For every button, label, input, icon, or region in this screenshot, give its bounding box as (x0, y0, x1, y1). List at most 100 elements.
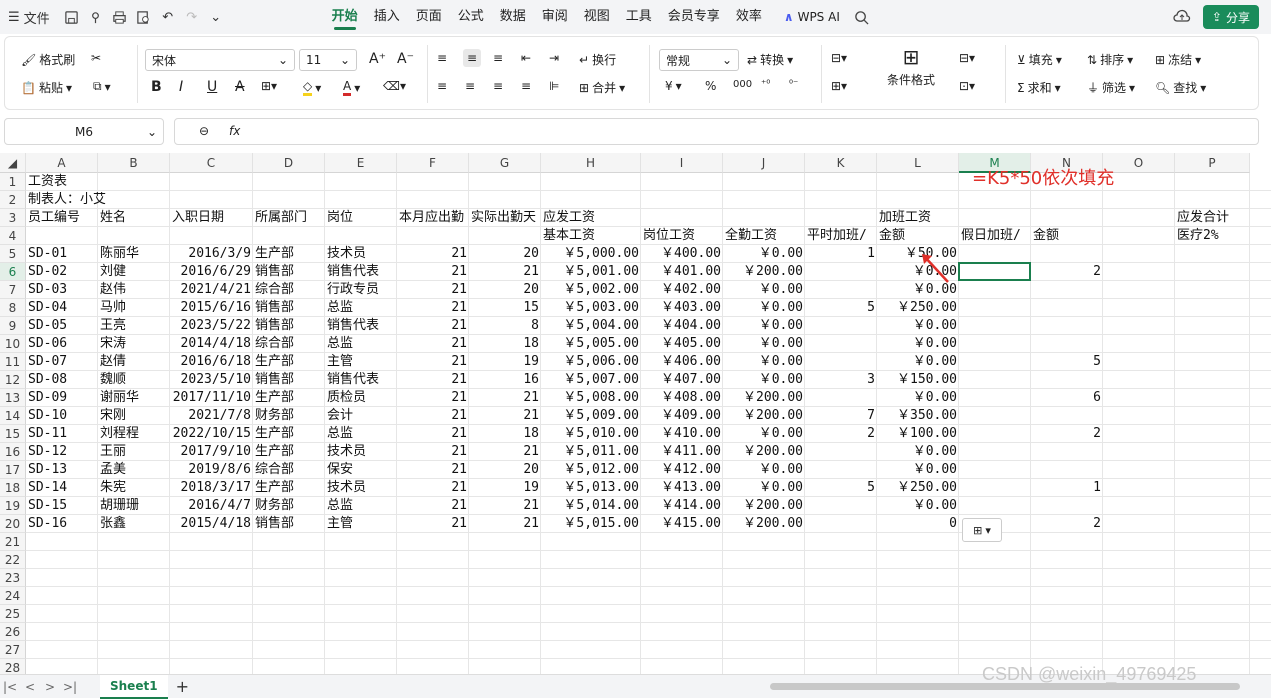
cell-f19[interactable]: 21 (397, 497, 469, 515)
cell-h8[interactable]: ￥5,003.00 (541, 299, 641, 317)
filter-button[interactable]: ⏚ 筛选 ▾ (1087, 79, 1135, 96)
row-header-6[interactable]: 6 (0, 263, 26, 281)
cell-i14[interactable]: ￥409.00 (641, 407, 723, 425)
cell-l9[interactable]: ￥0.00 (877, 317, 959, 335)
cell-k4[interactable]: 平时加班/ (805, 227, 877, 245)
cell-c8[interactable]: 2015/6/16 (170, 299, 253, 317)
paste-button[interactable]: 📋 粘贴 ▾ (21, 79, 72, 96)
column-header-d[interactable]: D (253, 153, 325, 173)
print-icon[interactable] (108, 4, 132, 30)
row-header-26[interactable]: 26 (0, 623, 26, 641)
cell-i5[interactable]: ￥400.00 (641, 245, 723, 263)
row-header-10[interactable]: 10 (0, 335, 26, 353)
distributed-icon[interactable]: ⊫ (549, 79, 559, 93)
cell-n20[interactable]: 2 (1031, 515, 1103, 533)
decrease-decimal-icon[interactable]: ⁰⁻ (789, 79, 798, 90)
cell-f16[interactable]: 21 (397, 443, 469, 461)
strikethrough-icon[interactable]: A (235, 79, 245, 95)
cell-e6[interactable]: 销售代表 (325, 263, 397, 281)
cell-j16[interactable]: ￥200.00 (723, 443, 805, 461)
cell-l19[interactable]: ￥0.00 (877, 497, 959, 515)
cell-j18[interactable]: ￥0.00 (723, 479, 805, 497)
row-header-27[interactable]: 27 (0, 641, 26, 659)
cell-h19[interactable]: ￥5,014.00 (541, 497, 641, 515)
cell-f9[interactable]: 21 (397, 317, 469, 335)
cell-c11[interactable]: 2016/6/18 (170, 353, 253, 371)
cell-g18[interactable]: 19 (469, 479, 541, 497)
row-header-17[interactable]: 17 (0, 461, 26, 479)
cell-i7[interactable]: ￥402.00 (641, 281, 723, 299)
cell-l18[interactable]: ￥250.00 (877, 479, 959, 497)
cell-h17[interactable]: ￥5,012.00 (541, 461, 641, 479)
cell-g13[interactable]: 21 (469, 389, 541, 407)
cell-g12[interactable]: 16 (469, 371, 541, 389)
font-color-icon[interactable]: A ▾ (343, 79, 360, 96)
cell-f11[interactable]: 21 (397, 353, 469, 371)
italic-icon[interactable]: I (179, 79, 183, 95)
cell-d11[interactable]: 生产部 (253, 353, 325, 371)
cell-l8[interactable]: ￥250.00 (877, 299, 959, 317)
cell-i4[interactable]: 岗位工资 (641, 227, 723, 245)
cell-h15[interactable]: ￥5,010.00 (541, 425, 641, 443)
cell-b16[interactable]: 王丽 (98, 443, 170, 461)
cell-b10[interactable]: 宋涛 (98, 335, 170, 353)
cell-a15[interactable]: SD-11 (26, 425, 98, 443)
cell-a1[interactable]: 工资表 (26, 173, 98, 191)
cell-e20[interactable]: 主管 (325, 515, 397, 533)
cell-n4[interactable]: 金额 (1031, 227, 1103, 245)
align-bottom-icon[interactable]: ≡ (493, 51, 503, 65)
cell-j17[interactable]: ￥0.00 (723, 461, 805, 479)
cell-c6[interactable]: 2016/6/29 (170, 263, 253, 281)
copy-button[interactable]: ⧉ ▾ (93, 79, 111, 94)
decrease-font-icon[interactable]: A⁻ (397, 51, 414, 67)
cell-a16[interactable]: SD-12 (26, 443, 98, 461)
cell-j10[interactable]: ￥0.00 (723, 335, 805, 353)
justify-icon[interactable]: ≡ (521, 79, 531, 93)
cell-c19[interactable]: 2016/4/7 (170, 497, 253, 515)
cell-d15[interactable]: 生产部 (253, 425, 325, 443)
search-icon[interactable] (850, 4, 874, 30)
cell-c5[interactable]: 2016/3/9 (170, 245, 253, 263)
cell-a3[interactable]: 员工编号 (26, 209, 98, 227)
cell-j6[interactable]: ￥200.00 (723, 263, 805, 281)
cell-l15[interactable]: ￥100.00 (877, 425, 959, 443)
undo-icon[interactable]: ↶ (156, 4, 180, 30)
align-center-icon[interactable]: ≡ (465, 79, 475, 93)
cell-c15[interactable]: 2022/10/15 (170, 425, 253, 443)
auto-fill-options-button[interactable]: ⊞ ▾ (962, 518, 1002, 542)
cell-g3[interactable]: 实际出勤天 (469, 209, 541, 227)
cell-f17[interactable]: 21 (397, 461, 469, 479)
cell-a19[interactable]: SD-15 (26, 497, 98, 515)
percent-button[interactable]: % (705, 79, 716, 93)
cell-a20[interactable]: SD-16 (26, 515, 98, 533)
cell-b17[interactable]: 孟美 (98, 461, 170, 479)
save-icon[interactable] (60, 4, 84, 30)
column-header-j[interactable]: J (723, 153, 805, 173)
fill-color-icon[interactable]: ◇ ▾ (303, 79, 321, 96)
column-header-l[interactable]: L (877, 153, 959, 173)
cell-i11[interactable]: ￥406.00 (641, 353, 723, 371)
row-col-icon[interactable]: ⊟▾ (959, 51, 975, 65)
cell-l13[interactable]: ￥0.00 (877, 389, 959, 407)
cell-j14[interactable]: ￥200.00 (723, 407, 805, 425)
cell-g20[interactable]: 21 (469, 515, 541, 533)
column-header-c[interactable]: C (170, 153, 253, 173)
cell-c18[interactable]: 2018/3/17 (170, 479, 253, 497)
cell-h12[interactable]: ￥5,007.00 (541, 371, 641, 389)
cell-f8[interactable]: 21 (397, 299, 469, 317)
fill-button[interactable]: ⊻ 填充 ▾ (1017, 51, 1062, 68)
wps-ai-button[interactable]: ∧ WPS AI (784, 10, 840, 24)
cell-b11[interactable]: 赵倩 (98, 353, 170, 371)
cell-style-icon[interactable]: ⊞▾ (831, 79, 847, 93)
cell-i16[interactable]: ￥411.00 (641, 443, 723, 461)
cell-f10[interactable]: 21 (397, 335, 469, 353)
thousands-button[interactable]: 000 (733, 79, 752, 90)
row-header-1[interactable]: 1 (0, 173, 26, 191)
cell-d16[interactable]: 生产部 (253, 443, 325, 461)
underline-icon[interactable]: U (207, 79, 217, 95)
last-sheet-icon[interactable]: >| (60, 680, 80, 694)
cell-h18[interactable]: ￥5,013.00 (541, 479, 641, 497)
cell-b7[interactable]: 赵伟 (98, 281, 170, 299)
cell-j8[interactable]: ￥0.00 (723, 299, 805, 317)
row-header-4[interactable]: 4 (0, 227, 26, 245)
